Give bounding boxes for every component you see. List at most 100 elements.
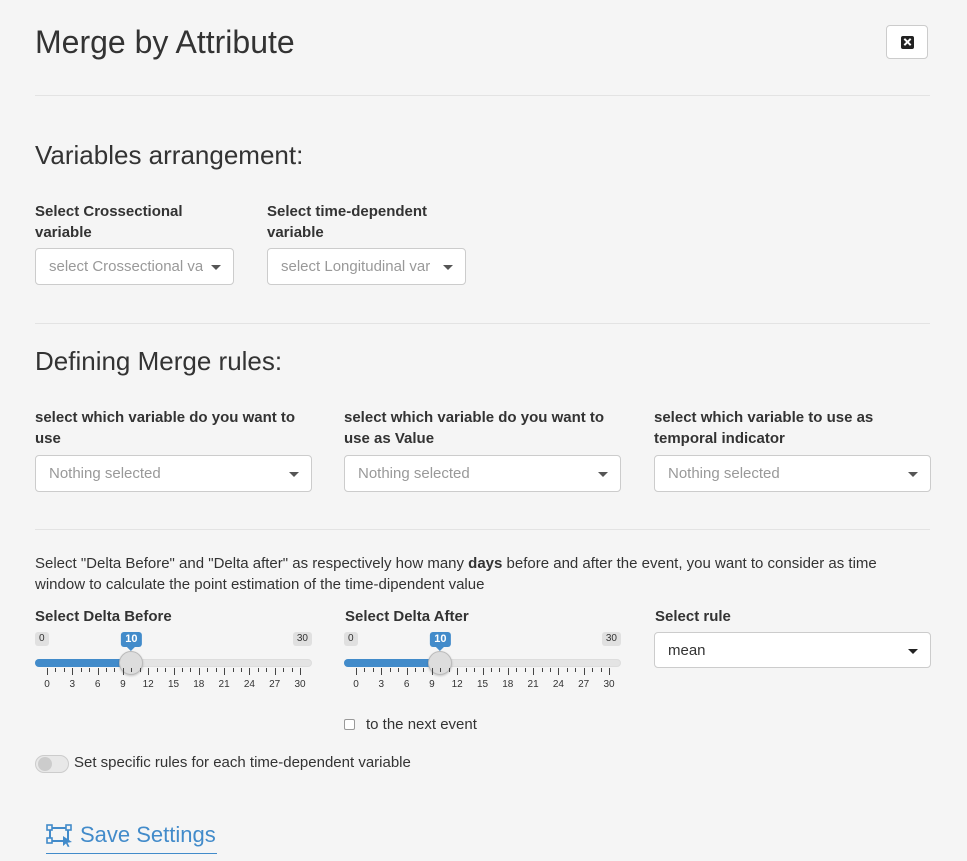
slider-tick-label: 18 bbox=[502, 679, 514, 690]
slider-tick bbox=[165, 668, 167, 672]
slider-tick-label: 21 bbox=[218, 679, 230, 690]
rule-value: mean bbox=[668, 641, 706, 659]
slider-tick bbox=[431, 668, 433, 675]
specific-rules-label: Set specific rules for each time-depende… bbox=[74, 754, 411, 771]
slider-tick bbox=[249, 668, 251, 675]
divider bbox=[35, 529, 930, 530]
delta-before-label: Select Delta Before bbox=[35, 608, 172, 625]
slider-tick bbox=[257, 668, 259, 672]
slider-tick bbox=[106, 668, 108, 672]
page-title: Merge by Attribute bbox=[35, 24, 295, 60]
temporal-select-placeholder: Nothing selected bbox=[668, 465, 780, 482]
value-select-placeholder: Nothing selected bbox=[358, 465, 470, 482]
slider-tick bbox=[516, 668, 518, 672]
variable-select-label: select which variable do you want to use bbox=[35, 409, 296, 447]
slider-grid: 0 3 6 9 12 15 18 21 24 27 30 bbox=[35, 668, 312, 698]
rule-select[interactable]: mean bbox=[654, 632, 931, 668]
slider-tick bbox=[232, 668, 234, 672]
slider-fill bbox=[344, 659, 441, 667]
slider-tick bbox=[609, 668, 610, 675]
value-select[interactable]: Nothing selected bbox=[344, 455, 621, 492]
slider-tick-label: 9 bbox=[429, 679, 435, 690]
slider-tick bbox=[474, 668, 476, 672]
delta-after-slider[interactable]: 0 30 10 0 3 6 9 12 15 18 21 24 27 30 bbox=[344, 632, 621, 702]
time-dependent-placeholder: select Longitudinal var bbox=[281, 258, 431, 275]
slider-tick bbox=[215, 668, 217, 672]
slider-tick-label: 21 bbox=[527, 679, 539, 690]
chevron-down-icon bbox=[289, 472, 299, 477]
delta-before-slider[interactable]: 0 30 10 0 3 6 9 12 15 18 21 24 27 30 bbox=[35, 632, 312, 702]
slider-tick bbox=[507, 668, 509, 675]
slider-tick-label: 12 bbox=[451, 679, 463, 690]
delta-description: Select "Delta Before" and "Delta after" … bbox=[35, 553, 925, 595]
slider-tick bbox=[224, 668, 226, 675]
slider-tick bbox=[575, 668, 577, 672]
save-settings-button[interactable]: Save Settings bbox=[46, 816, 217, 854]
crossectional-label: Select Crossectional variable bbox=[35, 203, 183, 241]
delta-after-label: Select Delta After bbox=[345, 608, 469, 625]
slider-tick-label: 3 bbox=[378, 679, 385, 690]
slider-tick bbox=[524, 668, 526, 672]
slider-tick bbox=[457, 668, 459, 675]
slider-tick-label: 3 bbox=[69, 679, 76, 690]
slider-tick bbox=[131, 668, 133, 672]
slider-tick-label: 6 bbox=[403, 679, 410, 690]
specific-rules-toggle[interactable] bbox=[35, 755, 69, 773]
slider-tick-label: 24 bbox=[243, 679, 255, 690]
time-dependent-label: Select time-dependent variable bbox=[267, 203, 428, 241]
crossectional-select[interactable]: select Crossectional va bbox=[35, 248, 234, 285]
crossectional-placeholder: select Crossectional va bbox=[49, 258, 204, 275]
save-settings-icon bbox=[46, 823, 72, 847]
slider-tick bbox=[406, 668, 408, 675]
slider-tick bbox=[72, 668, 74, 675]
slider-tick bbox=[283, 668, 285, 672]
save-settings-label: Save Settings bbox=[80, 821, 216, 847]
slider-tick bbox=[114, 668, 116, 672]
slider-tick-label: 12 bbox=[142, 679, 154, 690]
slider-tick-label: 18 bbox=[193, 679, 205, 690]
slider-tick-label: 6 bbox=[94, 679, 101, 690]
slider-tick bbox=[240, 668, 242, 672]
slider-tick bbox=[533, 668, 535, 675]
slider-tick-label: 27 bbox=[578, 679, 590, 690]
divider bbox=[35, 95, 930, 96]
slider-tick bbox=[266, 668, 268, 672]
variable-select[interactable]: Nothing selected bbox=[35, 455, 312, 492]
slider-tick bbox=[207, 668, 209, 672]
divider bbox=[35, 323, 930, 324]
slider-tick-label: 9 bbox=[120, 679, 126, 690]
close-icon bbox=[900, 35, 914, 49]
slider-tick-label: 27 bbox=[269, 679, 281, 690]
slider-tick bbox=[300, 668, 301, 675]
slider-grid: 0 3 6 9 12 15 18 21 24 27 30 bbox=[344, 668, 621, 698]
slider-tick bbox=[440, 668, 442, 672]
slider-tick-label: 0 bbox=[44, 679, 50, 690]
chevron-down-icon bbox=[443, 265, 453, 270]
slider-tick-label: 15 bbox=[167, 679, 180, 690]
slider-tick bbox=[55, 668, 57, 672]
slider-tick bbox=[583, 668, 585, 675]
slider-tick-label: 30 bbox=[603, 679, 615, 690]
close-button[interactable] bbox=[886, 25, 928, 59]
time-dependent-select[interactable]: select Longitudinal var bbox=[267, 248, 466, 285]
temporal-select[interactable]: Nothing selected bbox=[654, 455, 931, 492]
slider-tick bbox=[499, 668, 501, 672]
description-text: Select "Delta Before" and "Delta after" … bbox=[35, 555, 469, 572]
slider-tick bbox=[364, 668, 366, 672]
slider-tick bbox=[566, 668, 568, 672]
slider-tick bbox=[549, 668, 551, 672]
slider-tick-label: 30 bbox=[294, 679, 306, 690]
next-event-checkbox[interactable] bbox=[344, 719, 355, 730]
slider-tick-label: 0 bbox=[353, 679, 359, 690]
slider-tick bbox=[465, 668, 467, 672]
toggle-knob bbox=[38, 757, 52, 771]
temporal-select-label: select which variable to use as temporal… bbox=[654, 409, 874, 447]
slider-tick bbox=[448, 668, 450, 672]
slider-value: 10 bbox=[430, 632, 451, 651]
slider-tick bbox=[198, 668, 200, 675]
slider-max: 30 bbox=[601, 632, 621, 646]
slider-max: 30 bbox=[292, 632, 312, 646]
slider-tick bbox=[389, 668, 391, 672]
slider-tick bbox=[381, 668, 383, 675]
slider-tick bbox=[80, 668, 82, 672]
